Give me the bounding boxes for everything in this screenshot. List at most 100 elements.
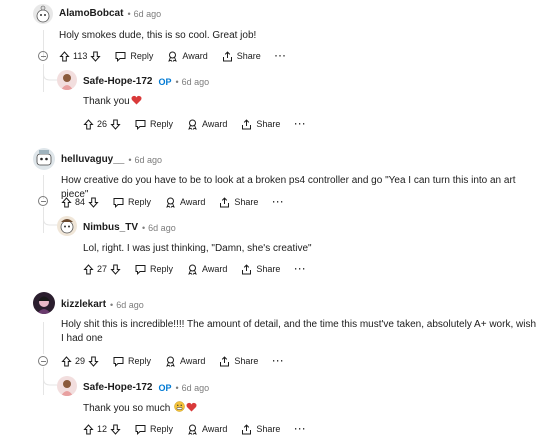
reply-button[interactable]: Reply xyxy=(113,356,151,367)
reply-label: Reply xyxy=(128,356,152,366)
award-icon xyxy=(166,197,175,208)
comment-time[interactable]: 6d ago xyxy=(116,300,144,310)
downvote-icon[interactable] xyxy=(88,197,99,208)
collapse-thread-icon[interactable] xyxy=(38,356,48,366)
vote-count: 113 xyxy=(73,51,88,61)
avatar[interactable] xyxy=(33,292,55,314)
downvote-icon[interactable] xyxy=(90,51,101,62)
collapse-thread-icon[interactable] xyxy=(38,196,48,206)
upvote-icon[interactable] xyxy=(83,118,94,130)
comment-author[interactable]: Nimbus_TV xyxy=(83,222,138,233)
comment-actions: 113 Reply Award Share ··· xyxy=(59,48,287,64)
thread-connector xyxy=(43,207,57,226)
upvote-icon[interactable] xyxy=(59,50,70,62)
comment-time[interactable]: 6d ago xyxy=(134,9,162,19)
vote-control: 27 xyxy=(83,263,121,275)
comment-time[interactable]: 6d ago xyxy=(182,383,210,393)
share-button[interactable]: Share xyxy=(219,355,259,367)
share-label: Share xyxy=(256,119,281,129)
reply-label: Reply xyxy=(130,51,154,61)
share-button[interactable]: Share xyxy=(219,196,259,208)
share-icon xyxy=(220,196,230,207)
comment-author[interactable]: Safe-Hope-172 xyxy=(83,76,152,87)
vote-control: 12 xyxy=(83,423,121,435)
comment-time[interactable]: 6d ago xyxy=(135,155,163,165)
upvote-icon[interactable] xyxy=(83,423,94,435)
more-options-button[interactable]: ··· xyxy=(272,197,284,207)
avatar[interactable] xyxy=(57,376,77,396)
separator-dot: • xyxy=(175,382,179,393)
share-label: Share xyxy=(234,356,259,366)
grimace-emoji-icon xyxy=(174,401,185,412)
op-badge: OP xyxy=(158,382,172,393)
downvote-icon[interactable] xyxy=(110,119,121,130)
downvote-icon[interactable] xyxy=(110,424,121,435)
award-button[interactable]: Award xyxy=(187,424,227,435)
comment-author[interactable]: kizzlekart xyxy=(61,299,106,310)
avatar[interactable] xyxy=(57,216,77,236)
reply-label: Reply xyxy=(128,197,152,207)
award-button[interactable]: Award xyxy=(187,119,227,130)
comment-time[interactable]: 6d ago xyxy=(148,223,176,233)
separator-dot: • xyxy=(127,8,131,19)
comment-actions: 29 Reply Award Share ··· xyxy=(61,353,284,369)
more-options-button[interactable]: ··· xyxy=(275,51,287,61)
reply-icon xyxy=(115,51,126,62)
avatar[interactable] xyxy=(33,148,55,170)
collapse-thread-icon[interactable] xyxy=(38,51,48,61)
comment-time[interactable]: 6d ago xyxy=(182,77,210,87)
reply-icon xyxy=(113,356,124,367)
heart-emoji-icon xyxy=(186,402,197,412)
share-button[interactable]: Share xyxy=(241,263,281,275)
snoo-avatar-icon xyxy=(60,219,74,234)
share-button[interactable]: Share xyxy=(241,423,280,435)
share-label: Share xyxy=(236,51,261,61)
award-label: Award xyxy=(182,51,208,61)
share-icon xyxy=(222,50,232,61)
reply-button[interactable]: Reply xyxy=(135,424,173,435)
comment-body: Thank you xyxy=(83,95,142,109)
award-label: Award xyxy=(202,424,228,434)
upvote-icon[interactable] xyxy=(61,355,72,367)
reply-button[interactable]: Reply xyxy=(135,264,173,275)
reply-button[interactable]: Reply xyxy=(115,51,153,62)
user-avatar-icon xyxy=(37,296,51,314)
upvote-icon[interactable] xyxy=(61,196,72,208)
award-icon xyxy=(188,424,197,435)
separator-dot: • xyxy=(128,154,132,165)
share-label: Share xyxy=(234,197,259,207)
reply-icon xyxy=(135,119,146,130)
more-options-button[interactable]: ··· xyxy=(294,264,306,274)
user-avatar-icon xyxy=(61,74,73,90)
award-button[interactable]: Award xyxy=(167,51,208,62)
comment-author[interactable]: helluvaguy__ xyxy=(61,154,124,165)
vote-count: 12 xyxy=(97,424,108,434)
reply-button[interactable]: Reply xyxy=(135,119,173,130)
downvote-icon[interactable] xyxy=(110,264,121,275)
reply-label: Reply xyxy=(150,119,174,129)
separator-dot: • xyxy=(175,76,179,87)
reply-button[interactable]: Reply xyxy=(113,197,151,208)
share-button[interactable]: Share xyxy=(241,118,281,130)
thread-connector xyxy=(43,367,57,386)
award-icon xyxy=(188,264,197,275)
share-icon xyxy=(242,118,252,129)
more-options-button[interactable]: ··· xyxy=(294,424,306,434)
award-button[interactable]: Award xyxy=(165,197,205,208)
downvote-icon[interactable] xyxy=(88,356,99,367)
avatar[interactable] xyxy=(33,4,53,24)
upvote-icon[interactable] xyxy=(83,263,94,275)
share-label: Share xyxy=(256,264,281,274)
more-options-button[interactable]: ··· xyxy=(294,119,306,129)
award-button[interactable]: Award xyxy=(187,264,227,275)
comment-author[interactable]: Safe-Hope-172 xyxy=(83,382,152,393)
thread-connector xyxy=(43,64,57,81)
share-button[interactable]: Share xyxy=(222,50,261,62)
award-button[interactable]: Award xyxy=(165,356,205,367)
comment-author[interactable]: AlamoBobcat xyxy=(59,8,123,19)
separator-dot: • xyxy=(110,299,114,310)
avatar[interactable] xyxy=(57,70,77,90)
award-label: Award xyxy=(180,197,206,207)
more-options-button[interactable]: ··· xyxy=(272,356,284,366)
share-icon xyxy=(242,423,252,434)
